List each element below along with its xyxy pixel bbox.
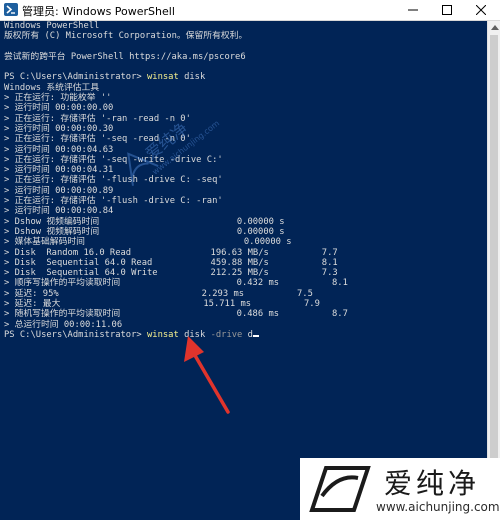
logo-url-text: www.aichunjing.com bbox=[376, 500, 500, 514]
aichunjing-logo-icon bbox=[309, 466, 371, 512]
annotation-arrow-icon bbox=[184, 336, 230, 414]
watermark-logo-badge: 爱纯净 www.aichunjing.com bbox=[300, 458, 500, 520]
logo-brand-text: 爱纯净 bbox=[384, 467, 481, 500]
powershell-window: 管理员: Windows PowerShell Windows PowerShe… bbox=[0, 0, 500, 520]
